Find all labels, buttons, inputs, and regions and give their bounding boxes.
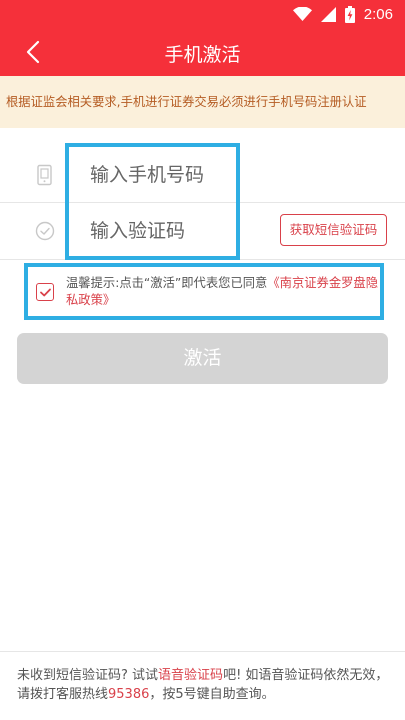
input-highlight-box: [65, 143, 240, 260]
shield-check-icon: [35, 221, 55, 241]
activate-button[interactable]: 激活: [17, 333, 388, 384]
status-time: 2:06: [363, 5, 393, 23]
agreement-prefix: 温馨提示:点击“激活”即代表您已同意: [66, 276, 268, 290]
wifi-icon: [292, 7, 312, 21]
page-title: 手机激活: [164, 44, 241, 66]
phone-icon: [37, 164, 52, 186]
battery-icon: [344, 5, 355, 23]
agreement-text: 温馨提示:点击“激活”即代表您已同意《南京证券金罗盘隐私政策》: [66, 275, 384, 309]
signal-icon: [320, 6, 336, 22]
agree-checkbox[interactable]: [36, 283, 54, 301]
regulation-notice: 根据证监会相关要求,手机进行证券交易必须进行手机号码注册认证: [0, 76, 405, 128]
get-sms-code-button[interactable]: 获取短信验证码: [280, 214, 387, 246]
help-text: ，按5号键自助查询。: [149, 687, 275, 702]
hotline-number[interactable]: 95386: [108, 687, 149, 702]
check-icon: [39, 288, 51, 296]
agreement-box: 温馨提示:点击“激活”即代表您已同意《南京证券金罗盘隐私政策》: [24, 263, 384, 320]
help-text: 未收到短信验证码? 试试: [17, 668, 159, 683]
voice-code-link[interactable]: 语音验证码: [158, 668, 223, 683]
status-icons: 2:06: [292, 4, 393, 24]
help-note: 未收到短信验证码? 试试语音验证码吧! 如语音验证码依然无效，请拨打客服热线95…: [17, 666, 392, 704]
nav-bar: 手机激活: [0, 28, 405, 76]
divider: [0, 651, 405, 652]
status-bar: 2:06: [0, 0, 405, 28]
